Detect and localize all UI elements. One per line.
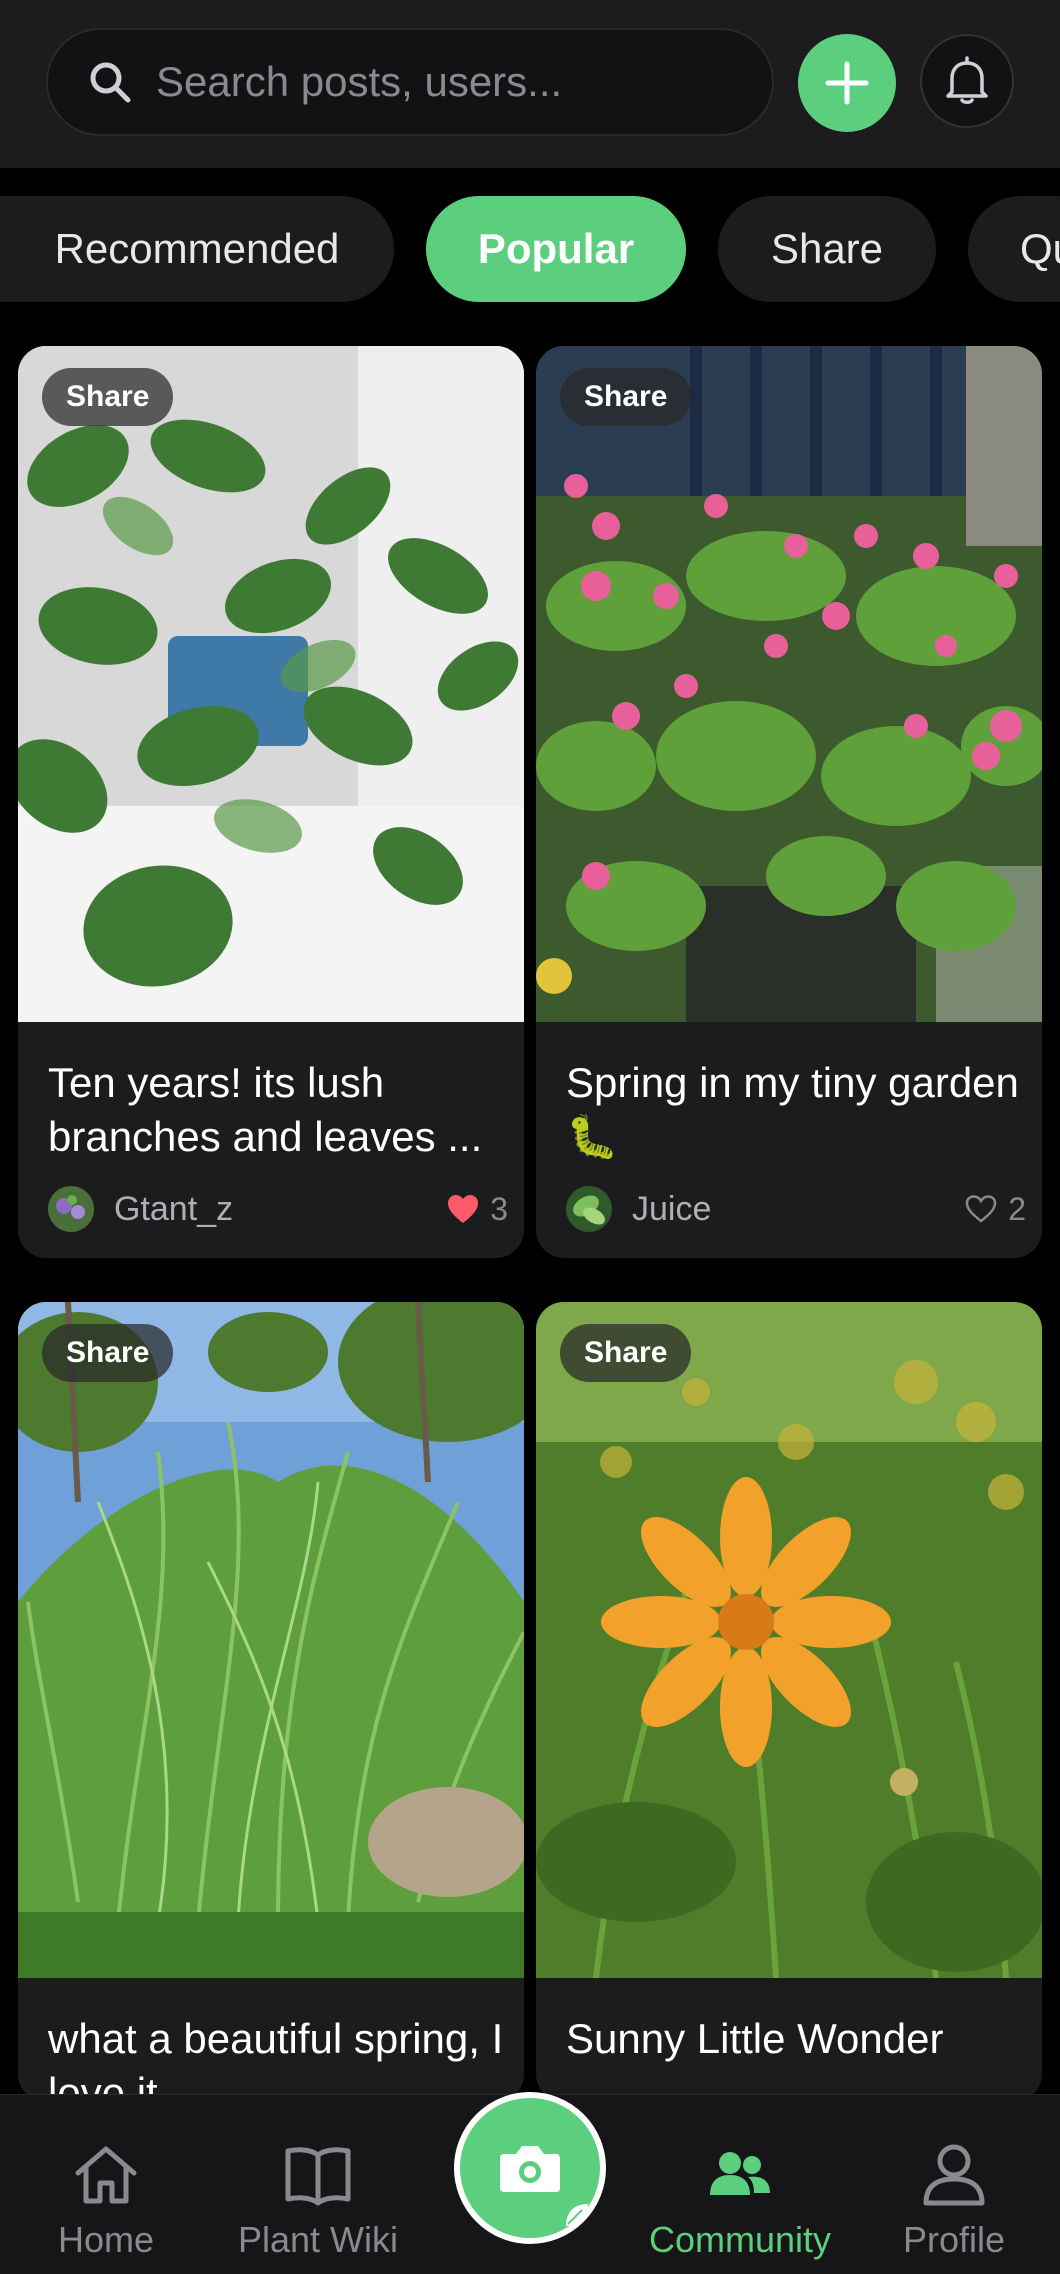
nav-home[interactable]: Home: [6, 2095, 206, 2274]
profile-icon: [923, 2144, 985, 2206]
category-badge: Share: [42, 1324, 174, 1382]
post-image: [536, 346, 1042, 1022]
post-image: [536, 1302, 1042, 1978]
bell-icon: [946, 56, 988, 104]
nav-label: Home: [57, 2219, 155, 2260]
notifications-button[interactable]: [920, 34, 1014, 128]
author-name[interactable]: Juice: [632, 1190, 964, 1229]
heart-filled-icon: [448, 1195, 479, 1223]
camera-button[interactable]: [454, 2092, 606, 2244]
post-card[interactable]: Share Spring in my tiny garden🐛 Juice 2: [536, 346, 1042, 1258]
avatar[interactable]: [566, 1186, 612, 1232]
home-icon: [75, 2146, 137, 2204]
heart-outline-icon: [965, 1195, 997, 1223]
tab-recommended[interactable]: Recommended: [0, 196, 394, 302]
search-icon: [90, 62, 131, 103]
avatar[interactable]: [48, 1186, 94, 1232]
author-name[interactable]: Gtant_z: [114, 1190, 446, 1229]
book-icon: [285, 2147, 351, 2206]
nav-plant-wiki[interactable]: Plant Wiki: [218, 2095, 418, 2274]
camera-icon: [500, 2146, 560, 2192]
post-meta: Juice 2: [566, 1182, 1026, 1236]
top-bar: [0, 0, 1060, 168]
post-title: what a beautiful spring, I love it: [48, 2015, 504, 2102]
nav-label: Community: [648, 2219, 832, 2260]
search-input[interactable]: [156, 58, 736, 106]
post-card[interactable]: Share what a beautiful spring, I love it: [18, 1302, 524, 2102]
nav-label: Plant Wiki: [237, 2219, 399, 2260]
plus-icon: [825, 61, 869, 105]
tab-qu[interactable]: Qu: [968, 196, 1060, 302]
add-post-button[interactable]: [798, 34, 896, 132]
search-bar[interactable]: [46, 28, 774, 136]
like-count: 2: [1008, 1190, 1026, 1227]
like-button[interactable]: 2: [964, 1191, 1026, 1228]
post-image: [18, 346, 524, 1022]
post-title: Spring in my tiny garden🐛: [566, 1059, 1019, 1160]
post-image: [18, 1302, 524, 1978]
community-icon: [710, 2152, 770, 2195]
category-tabs: Recommended Popular Share Qu: [0, 196, 1060, 304]
tab-share[interactable]: Share: [718, 196, 936, 302]
leaf-icon: [566, 2204, 588, 2226]
post-card[interactable]: Share Ten years! its lush branches and l…: [18, 346, 524, 1258]
like-button[interactable]: 3: [446, 1191, 508, 1228]
post-title: Ten years! its lush branches and leaves …: [48, 1059, 483, 1160]
like-count: 3: [490, 1190, 508, 1227]
category-badge: Share: [560, 368, 692, 426]
category-badge: Share: [42, 368, 174, 426]
nav-profile[interactable]: Profile: [854, 2095, 1054, 2274]
nav-community[interactable]: Community: [640, 2095, 840, 2274]
post-title: Sunny Little Wonder: [566, 2015, 944, 2062]
nav-label: Profile: [902, 2219, 1006, 2260]
tab-popular[interactable]: Popular: [426, 196, 686, 302]
post-meta: Gtant_z 3: [48, 1182, 508, 1236]
category-badge: Share: [560, 1324, 692, 1382]
post-card[interactable]: Share Sunny Little Wonder: [536, 1302, 1042, 2102]
